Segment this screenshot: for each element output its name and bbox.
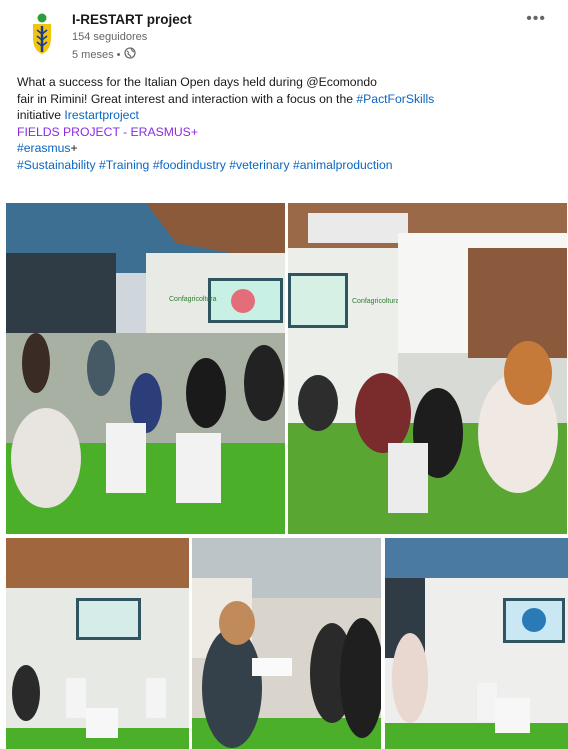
post-line-2: fair in Rimini! Great interest and inter… <box>17 91 557 108</box>
post-photo-4[interactable] <box>192 538 381 749</box>
author-name[interactable]: I-RESTART project <box>72 12 192 27</box>
post-header: I-RESTART project 154 seguidores 5 meses… <box>24 10 554 66</box>
post-time: 5 meses • <box>72 48 121 61</box>
globe-icon <box>124 47 137 62</box>
post-text-segment: + <box>70 141 78 156</box>
post-line-3: initiative Irestartproject <box>17 107 557 124</box>
more-dots-icon: ••• <box>526 10 546 27</box>
hashtag-link[interactable]: #erasmus <box>17 141 71 155</box>
more-options-button[interactable]: ••• <box>526 10 546 28</box>
organization-logo[interactable] <box>24 12 60 56</box>
hashtag-link[interactable]: #PactForSkills <box>356 92 434 106</box>
post-line-1: What a success for the Italian Open days… <box>17 75 377 89</box>
post-body: What a success for the Italian Open days… <box>17 74 557 174</box>
post-photo-5[interactable] <box>385 538 568 749</box>
screen-label: Confagricoltura <box>352 298 400 305</box>
post-text-segment: fair in Rimini! Great interest and inter… <box>17 91 357 106</box>
post-meta: 5 meses • <box>72 47 137 62</box>
post-photo-3[interactable] <box>6 538 189 749</box>
post-photo-2[interactable]: Confagricoltura <box>288 203 567 534</box>
follower-count: 154 seguidores <box>72 31 148 43</box>
post-line-4: FIELDS PROJECT - ERASMUS+ <box>17 124 198 139</box>
hashtag-line[interactable]: #Sustainability #Training #foodindustry … <box>17 157 557 174</box>
post-text-segment: initiative <box>17 108 65 123</box>
banner-label: Confagricoltura <box>169 296 217 303</box>
post-line-5: #erasmus+ <box>17 140 557 157</box>
post-photo-1[interactable]: Confagricoltura <box>6 203 285 534</box>
mention-link[interactable]: Irestartproject <box>64 108 139 122</box>
